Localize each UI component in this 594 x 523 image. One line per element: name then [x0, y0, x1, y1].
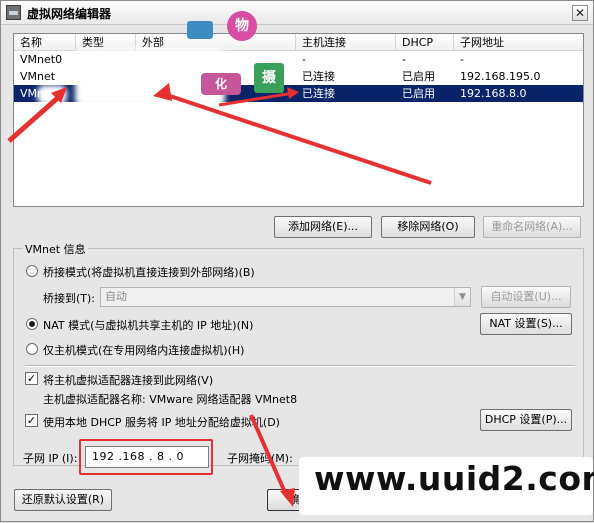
arrow-head	[287, 87, 299, 99]
annotation-arrow	[218, 91, 295, 107]
annotation-arrow	[7, 93, 63, 143]
annotation-arrow	[160, 91, 432, 185]
annotation-arrow	[249, 414, 289, 498]
arrow-head	[280, 488, 295, 507]
annotation-arrows	[7, 83, 432, 507]
virtual-network-editor-window: 虚拟网络编辑器 ✕ 名称 类型 外部 主机连接 DHCP 子网地址 VMnet0…	[0, 0, 594, 522]
arrow-head	[153, 83, 172, 101]
watermark-text: www.uuid2.com	[314, 459, 594, 498]
